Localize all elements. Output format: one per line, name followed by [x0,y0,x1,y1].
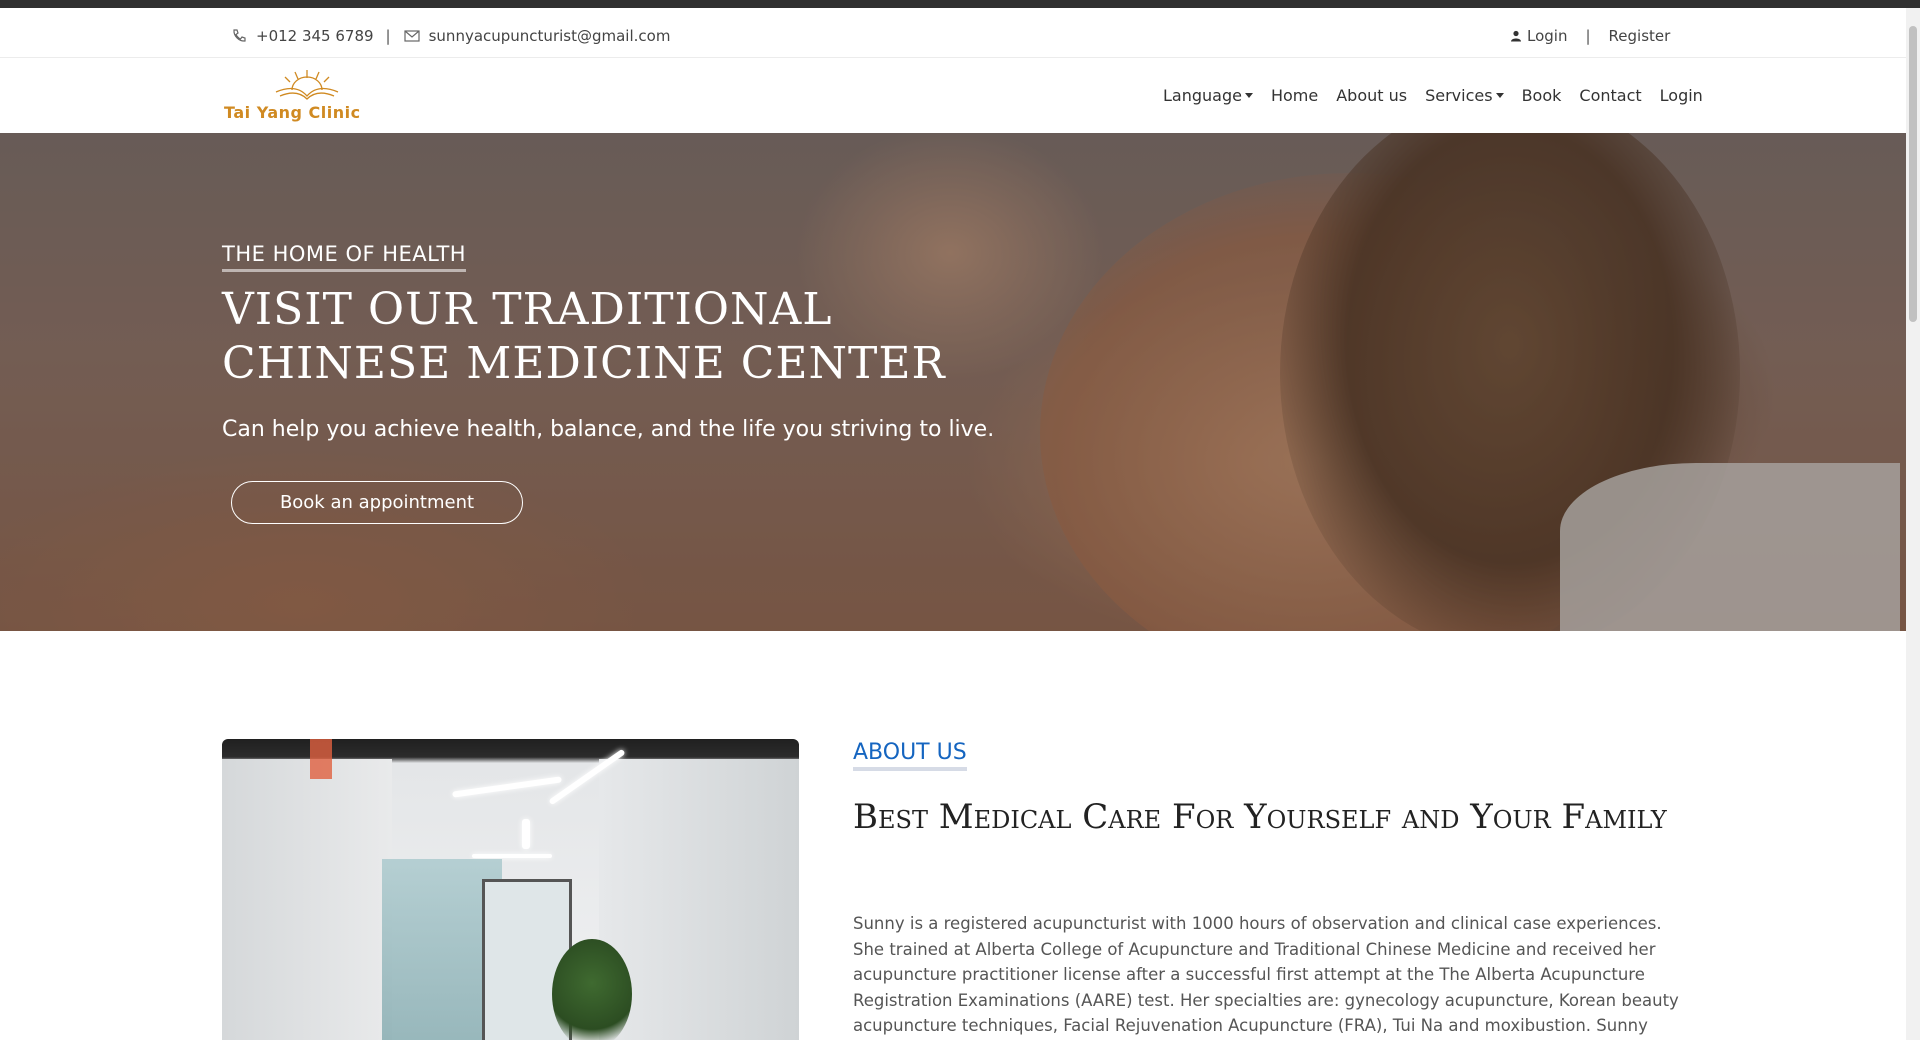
auth-separator: | [1585,27,1591,45]
page-scrollbar[interactable] [1906,8,1920,1040]
hero-title-line-2: CHINESE MEDICINE CENTER [222,338,946,389]
topbar-login-link[interactable]: Login [1527,27,1567,45]
about-section-body: Sunny is a registered acupuncturist with… [853,914,1679,1035]
primary-nav: Language Home About us Services Book Con… [1163,86,1721,105]
nav-item-home[interactable]: Home [1271,86,1318,105]
topbar-register-link[interactable]: Register [1609,27,1671,45]
phone-number[interactable]: +012 345 6789 [256,27,374,45]
chevron-down-icon [1244,93,1253,98]
nav-item-home-label: Home [1270,86,1319,105]
hero-eyebrow: THE HOME OF HEALTH [222,242,467,272]
sun-book-logo-icon [275,70,339,100]
email-address[interactable]: sunnyacupuncturist@gmail.com [429,27,671,45]
contact-info: +012 345 6789 | sunnyacupuncturist@gmail… [230,27,670,45]
nav-item-book[interactable]: Book [1522,86,1562,105]
nav-item-services-label: Services [1425,86,1493,105]
hero-title: VISIT OUR TRADITIONAL CHINESE MEDICINE C… [222,283,1022,391]
scrollbar-thumb[interactable] [1909,26,1917,322]
contact-separator: | [385,27,391,45]
book-appointment-button[interactable]: Book an appointment [231,481,523,524]
phone-icon [233,29,246,42]
nav-item-services[interactable]: Services [1425,86,1504,105]
auth-links: Login | Register [1510,27,1670,45]
hero-banner: THE HOME OF HEALTH VISIT OUR TRADITIONAL… [0,133,1906,631]
photo-ceiling-light [522,819,530,849]
nav-item-about-us[interactable]: About us [1336,86,1407,105]
clinic-hallway-photo [222,739,799,1040]
nav-item-about-us-label: About us [1336,86,1408,105]
photo-ceiling-light [472,854,552,858]
main-navbar: Tai Yang Clinic Language Home About us S… [0,58,1906,133]
nav-item-contact[interactable]: Contact [1579,86,1641,105]
envelope-icon [404,30,420,42]
photo-wall-left [222,759,392,1040]
nav-item-contact-label: Contact [1579,86,1642,105]
browser-top-strip [0,0,1920,8]
nav-item-login-label: Login [1659,86,1703,105]
about-section-title: Best Medical Care For Yourself and Your … [853,797,1667,837]
hero-subtitle: Can help you achieve health, balance, an… [222,417,995,442]
user-icon [1511,30,1521,42]
photo-plant [552,939,632,1040]
about-section-label: ABOUT US [853,740,967,771]
chevron-down-icon [1495,93,1504,98]
nav-item-language-label: Language [1163,86,1242,105]
clinic-logo-text: Tai Yang Clinic [224,103,361,122]
nav-item-language[interactable]: Language [1163,86,1253,105]
hero-title-line-1: VISIT OUR TRADITIONAL [222,284,833,335]
nav-item-login[interactable]: Login [1660,86,1703,105]
nav-item-book-label: Book [1521,86,1562,105]
contact-topbar: +012 345 6789 | sunnyacupuncturist@gmail… [0,8,1906,58]
photo-ceiling-light [452,776,562,798]
clinic-logo[interactable]: Tai Yang Clinic [222,68,392,124]
photo-exit-sign [310,739,332,779]
